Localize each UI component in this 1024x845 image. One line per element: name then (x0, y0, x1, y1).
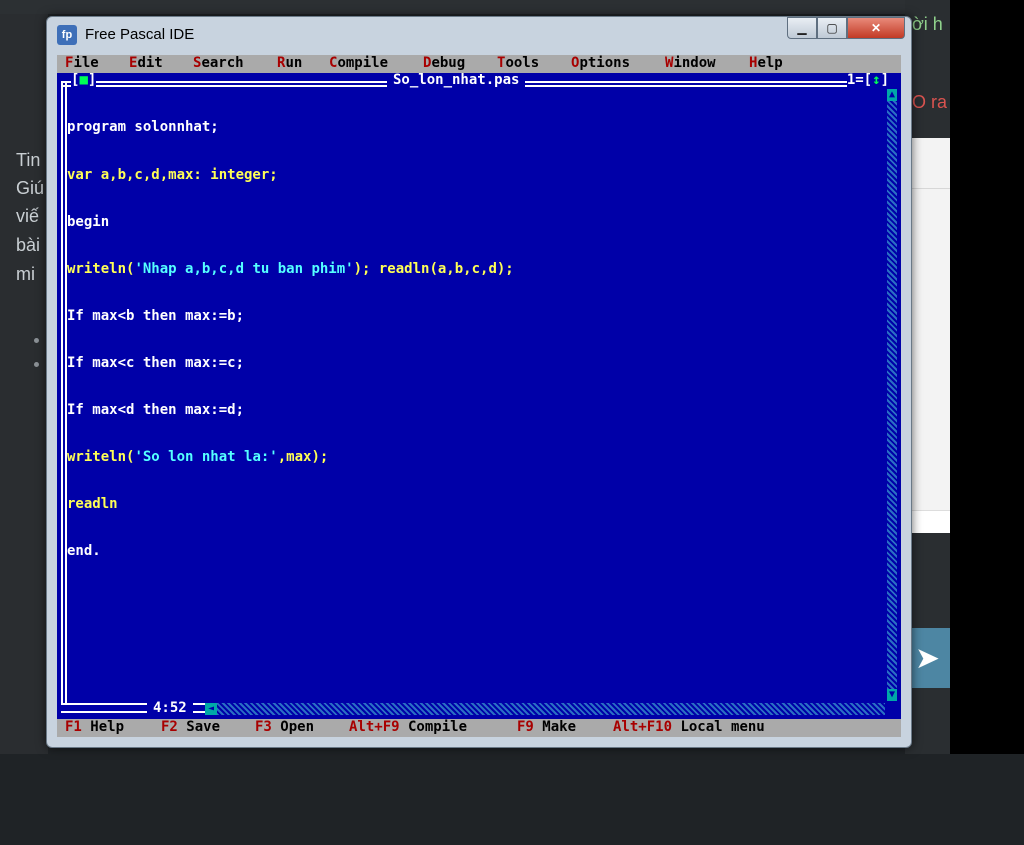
code-line: begin (67, 213, 110, 230)
console-area: File Edit Search Run Compile Debug Tools… (57, 55, 901, 737)
background-top-bar (0, 0, 905, 14)
zoom-icon: ↕ (872, 72, 881, 88)
background-text: Giú (16, 178, 45, 198)
cursor-position: 4:52 (147, 700, 193, 717)
background-text: ời h (912, 14, 943, 34)
code-token: writeln( (67, 260, 135, 277)
status-open[interactable]: F3 Open (255, 719, 314, 736)
scroll-left-icon[interactable]: ◄ (205, 703, 217, 715)
code-token: ); readln(a,b,c,d); (353, 260, 514, 277)
ide-window: fp Free Pascal IDE ▁ ▢ ✕ File Edit Searc… (46, 16, 912, 748)
editor-close-box[interactable]: [■] (71, 72, 97, 89)
code-editor[interactable]: program solonnhat; var a,b,c,d,max: inte… (67, 89, 514, 591)
background-text: viế (16, 206, 40, 226)
code-line-writeln: writeln('So lon nhat la:',max); (67, 449, 514, 466)
code-token: writeln( (67, 449, 135, 466)
menu-run[interactable]: Run (277, 55, 302, 72)
status-make[interactable]: F9 Make (517, 719, 576, 736)
close-icon: ✕ (870, 21, 882, 35)
code-line: If max<c then max:=c; (67, 354, 245, 371)
code-string: 'Nhap a,b,c,d tu ban phim' (134, 260, 354, 277)
fpc-app-icon: fp (57, 25, 77, 45)
status-local-menu[interactable]: Alt+F10 Local menu (613, 719, 765, 736)
background-left-area (0, 14, 48, 754)
menu-file[interactable]: File (65, 55, 99, 72)
menu-edit[interactable]: Edit (129, 55, 163, 72)
menu-debug[interactable]: Debug (423, 55, 465, 72)
background-text: O ra (912, 92, 948, 112)
code-line: end. (67, 543, 101, 560)
menu-search[interactable]: Search (193, 55, 244, 72)
maximize-icon: ▢ (826, 21, 838, 35)
horizontal-scrollbar[interactable]: ◄ (205, 703, 885, 715)
background-bullet (34, 362, 39, 367)
status-bar: F1 Help F2 Save F3 Open Alt+F9 Compile F… (57, 719, 901, 737)
status-save[interactable]: F2 Save (161, 719, 220, 736)
window-title: Free Pascal IDE (85, 26, 195, 43)
background-text: bài (16, 235, 41, 255)
editor-frame-top: [■] So_lon_nhat.pas 1=[↕] (57, 72, 901, 89)
code-line-writeln: writeln('Nhap a,b,c,d tu ban phim'); rea… (67, 260, 514, 278)
scroll-up-icon[interactable]: ▲ (887, 89, 897, 101)
menu-window[interactable]: Window (665, 55, 716, 72)
background-text: mi (16, 264, 35, 284)
background-black-area (950, 0, 1024, 754)
menu-tools[interactable]: Tools (497, 55, 539, 72)
background-text: Tin (16, 150, 41, 170)
menu-bar: File Edit Search Run Compile Debug Tools… (57, 55, 901, 73)
minimize-icon: ▁ (797, 21, 807, 35)
window-controls: ▁ ▢ ✕ (787, 17, 905, 39)
close-box-icon: ■ (79, 72, 88, 88)
vertical-scrollbar[interactable]: ▲ ▼ (887, 89, 897, 701)
code-line: If max<b then max:=b; (67, 307, 245, 324)
status-help[interactable]: F1 Help (65, 719, 124, 736)
menu-help[interactable]: Help (749, 55, 783, 72)
background-bullet (34, 338, 39, 343)
code-line: program solonnhat; (67, 119, 219, 136)
editor-zoom-box[interactable]: 1=[↕] (846, 72, 889, 89)
code-line: var a,b,c,d,max: integer; (67, 166, 278, 183)
maximize-button[interactable]: ▢ (817, 17, 847, 39)
minimize-button[interactable]: ▁ (787, 17, 817, 39)
close-button[interactable]: ✕ (847, 17, 905, 39)
code-line: If max<d then max:=d; (67, 401, 245, 418)
status-compile[interactable]: Alt+F9 Compile (349, 719, 467, 736)
code-line: readln (67, 496, 118, 513)
window-number: 1=[ (846, 72, 873, 88)
scroll-down-icon[interactable]: ▼ (887, 689, 897, 701)
menu-compile[interactable]: Compile (329, 55, 388, 72)
code-token: ,max); (277, 449, 329, 466)
code-string: 'So lon nhat la:' (134, 449, 278, 466)
window-titlebar[interactable]: fp Free Pascal IDE ▁ ▢ ✕ (47, 17, 911, 53)
menu-options[interactable]: Options (571, 55, 630, 72)
editor-filename: So_lon_nhat.pas (387, 72, 526, 89)
